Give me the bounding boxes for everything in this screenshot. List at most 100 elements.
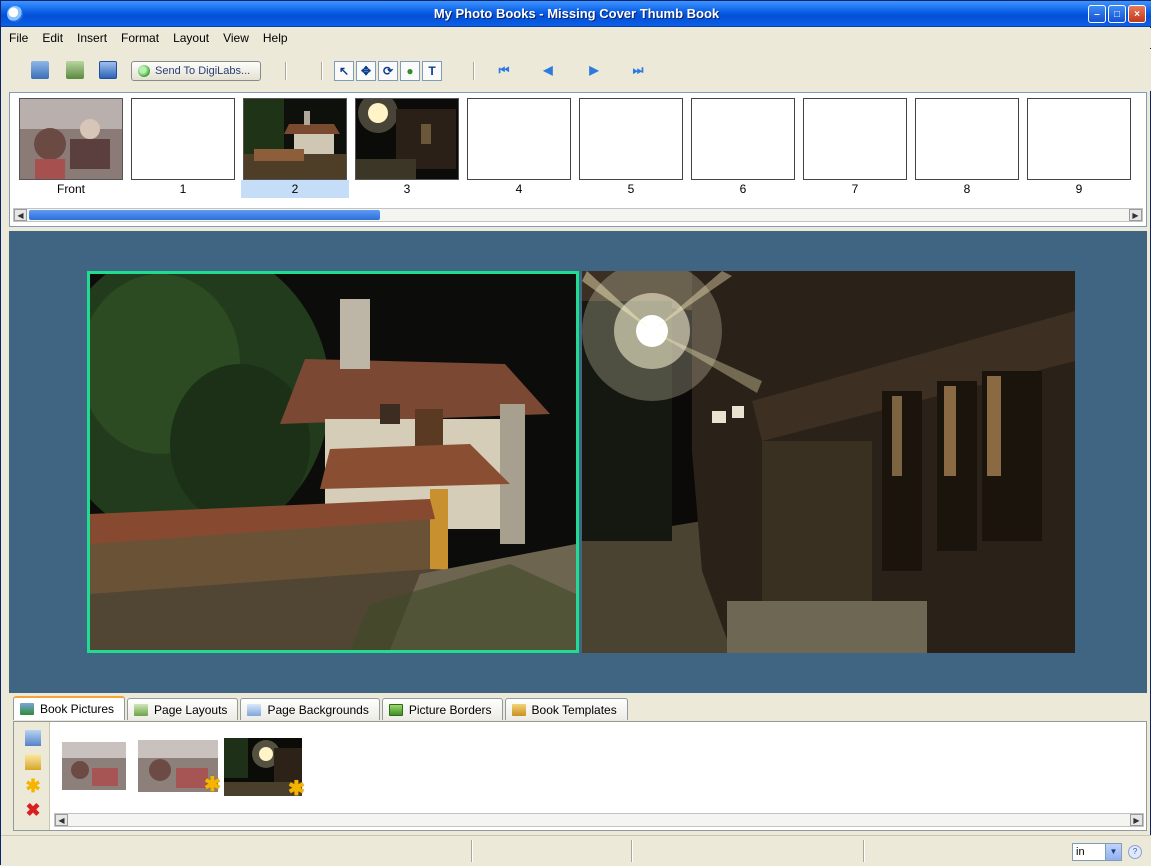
menu-insert[interactable]: Insert xyxy=(77,31,107,45)
status-divider xyxy=(471,840,473,862)
picture-thumb[interactable]: ✱ xyxy=(224,738,305,800)
page-thumb-front[interactable]: Front xyxy=(17,96,125,200)
thumb-image xyxy=(243,98,347,180)
menu-edit[interactable]: Edit xyxy=(42,31,63,45)
page-thumb-1[interactable]: 1 xyxy=(129,96,237,200)
send-to-digilabs-button[interactable]: Send To DigiLabs... xyxy=(131,61,261,81)
page-thumb-3[interactable]: 3 xyxy=(353,93,461,200)
previous-page-icon[interactable]: ◀ xyxy=(541,63,555,77)
left-page-photo[interactable] xyxy=(87,271,579,653)
menu-layout[interactable]: Layout xyxy=(173,31,209,45)
thumb-empty-frame xyxy=(691,98,795,180)
tab-picture-borders[interactable]: Picture Borders xyxy=(381,698,503,720)
thumb-caption: 3 xyxy=(403,182,411,196)
status-divider xyxy=(631,840,633,862)
unit-select[interactable]: in ▼ xyxy=(1072,843,1122,861)
page-thumb-6[interactable]: 6 xyxy=(689,96,797,200)
next-page-icon[interactable]: ▶ xyxy=(587,63,601,77)
window-title: My Photo Books - Missing Cover Thumb Boo… xyxy=(433,6,720,21)
layouts-icon xyxy=(134,703,149,716)
tab-book-pictures[interactable]: Book Pictures xyxy=(13,696,126,720)
tab-page-backgrounds[interactable]: Page Backgrounds xyxy=(240,698,380,720)
menu-format[interactable]: Format xyxy=(121,31,159,45)
thumb-image xyxy=(19,98,123,180)
right-page-photo[interactable] xyxy=(582,271,1075,653)
tab-label: Book Pictures xyxy=(40,702,115,716)
thumb-empty-frame xyxy=(1027,98,1131,180)
scroll-left-icon[interactable]: ◀ xyxy=(55,814,68,826)
toolbar: Send To DigiLabs... ↖ ✥ ⟳ ● T ⏮ ◀ ▶ ⏭ xyxy=(1,49,1151,91)
picture-tools: ✱ ✖ xyxy=(14,722,50,830)
menu-file[interactable]: File xyxy=(9,31,28,45)
scroll-right-icon[interactable]: ▶ xyxy=(1129,209,1142,221)
thumb-caption: 7 xyxy=(851,182,859,196)
save-icon[interactable] xyxy=(99,61,117,79)
borders-icon xyxy=(388,703,403,716)
new-badge-icon: ✱ xyxy=(288,778,305,800)
color-tool-icon[interactable]: ● xyxy=(400,61,420,81)
new-picture-icon[interactable]: ✱ xyxy=(25,777,41,795)
open-book-icon[interactable] xyxy=(66,61,84,79)
tab-label: Picture Borders xyxy=(408,702,492,717)
tab-book-templates[interactable]: Book Templates xyxy=(504,698,628,720)
menu-view[interactable]: View xyxy=(223,31,249,45)
page-thumb-7[interactable]: 7 xyxy=(801,96,909,200)
tab-label: Page Layouts xyxy=(154,702,228,717)
open-folder-icon[interactable] xyxy=(25,754,41,770)
scroll-right-icon[interactable]: ▶ xyxy=(1130,814,1143,826)
page-filmstrip: Front 1 2 3 4 5 6 7 8 9 ◀ ▶ xyxy=(9,92,1147,227)
help-icon[interactable]: ? xyxy=(1128,845,1142,859)
page-thumb-9[interactable]: 9 xyxy=(1025,96,1133,200)
menu-bar: File Edit Insert Format Layout View Help xyxy=(1,28,1151,48)
new-book-icon[interactable] xyxy=(31,61,49,79)
chevron-down-icon[interactable]: ▼ xyxy=(1105,844,1121,860)
scroll-left-icon[interactable]: ◀ xyxy=(14,209,27,221)
rotate-tool-icon[interactable]: ⟳ xyxy=(378,61,398,81)
toolbar-separator xyxy=(321,62,323,80)
toolbar-separator xyxy=(473,62,475,80)
pictures-icon xyxy=(20,703,34,715)
thumb-caption: 5 xyxy=(627,182,635,196)
last-page-icon[interactable]: ⏭ xyxy=(631,63,645,77)
new-badge-icon: ✱ xyxy=(204,774,221,796)
thumb-caption: 2 xyxy=(241,180,349,198)
title-bar[interactable]: My Photo Books - Missing Cover Thumb Boo… xyxy=(1,1,1151,27)
tab-label: Page Backgrounds xyxy=(267,702,369,717)
thumb-caption: 9 xyxy=(1075,182,1083,196)
thumb-image xyxy=(355,93,459,180)
thumb-empty-frame xyxy=(467,98,571,180)
move-tool-icon[interactable]: ✥ xyxy=(356,61,376,81)
page-thumb-4[interactable]: 4 xyxy=(465,96,573,200)
picture-thumb[interactable] xyxy=(62,742,126,793)
first-page-icon[interactable]: ⏮ xyxy=(497,63,511,77)
book-pictures-panel: ✱ ✖ ✱ ✱ ◀ ▶ xyxy=(13,721,1147,831)
text-tool-icon[interactable]: T xyxy=(422,61,442,81)
thumb-empty-frame xyxy=(579,98,683,180)
thumb-empty-frame xyxy=(915,98,1019,180)
scrollbar-thumb[interactable] xyxy=(29,210,380,220)
page-thumb-8[interactable]: 8 xyxy=(913,96,1021,200)
unit-value: in xyxy=(1076,846,1085,858)
thumb-caption: 6 xyxy=(739,182,747,196)
maximize-button[interactable]: □ xyxy=(1108,5,1126,23)
tab-page-layouts[interactable]: Page Layouts xyxy=(127,698,239,720)
app-window: My Photo Books - Missing Cover Thumb Boo… xyxy=(0,0,1151,866)
menu-help[interactable]: Help xyxy=(263,31,288,45)
pictures-scrollbar[interactable]: ◀ ▶ xyxy=(54,813,1144,827)
page-thumb-5[interactable]: 5 xyxy=(577,96,685,200)
picture-thumb[interactable]: ✱ xyxy=(138,740,221,796)
select-tool-icon[interactable]: ↖ xyxy=(334,61,354,81)
close-button[interactable]: × xyxy=(1128,5,1146,23)
templates-icon xyxy=(511,703,526,716)
filmstrip-scrollbar[interactable]: ◀ ▶ xyxy=(13,208,1143,222)
add-picture-icon[interactable] xyxy=(25,730,41,746)
library-tabs: Book Pictures Page Layouts Page Backgrou… xyxy=(13,696,630,720)
thumb-caption: 1 xyxy=(179,182,187,196)
page-thumb-2[interactable]: 2 xyxy=(241,96,349,200)
backgrounds-icon xyxy=(247,703,262,716)
page-canvas xyxy=(9,231,1147,693)
minimize-button[interactable]: – xyxy=(1088,5,1106,23)
delete-icon[interactable]: ✖ xyxy=(25,801,41,819)
send-button-label: Send To DigiLabs... xyxy=(155,65,251,77)
thumb-caption: 4 xyxy=(515,182,523,196)
